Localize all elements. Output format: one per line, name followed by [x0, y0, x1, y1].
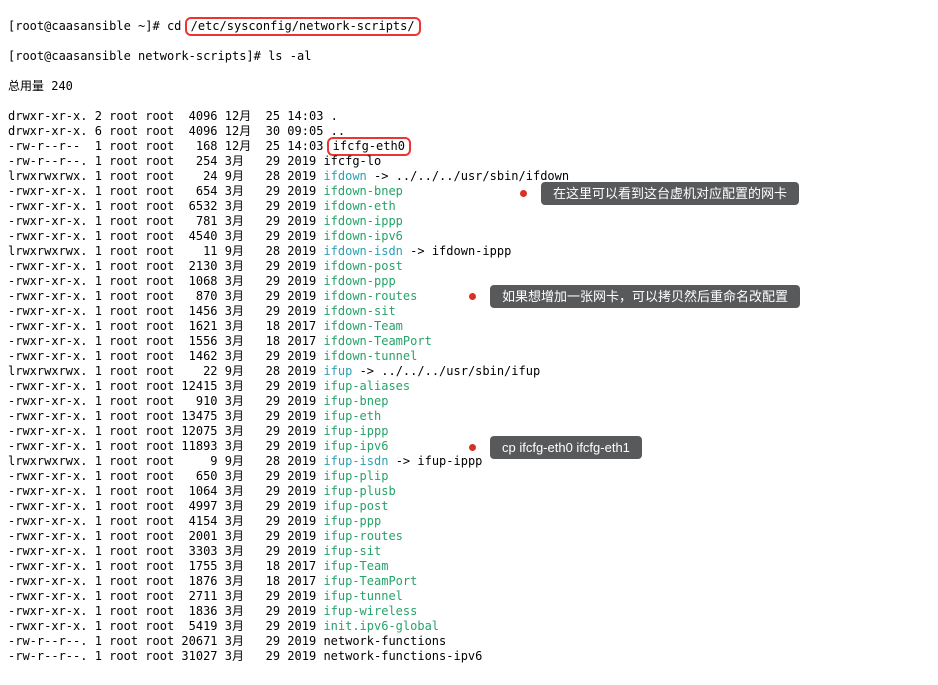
file-name: ifup-post: [323, 499, 388, 513]
dot-icon: [469, 293, 476, 300]
file-name: init.ipv6-global: [323, 619, 439, 633]
file-name: ifdown-ippp: [323, 214, 402, 228]
terminal-output: [root@caasansible ~]# cd /etc/sysconfig/…: [0, 0, 938, 683]
file-name: ifdown-eth: [323, 199, 395, 213]
file-name: ifdown-TeamPort: [323, 334, 431, 348]
list-item: drwxr-xr-x. 2 root root 4096 12月 25 14:0…: [8, 109, 930, 124]
list-item: -rwxr-xr-x. 1 root root 3303 3月 29 2019 …: [8, 544, 930, 559]
annotation-bubble: cp ifcfg-eth0 ifcfg-eth1: [490, 436, 642, 459]
list-item-highlighted: -rw-r--r-- 1 root root 168 12月 25 14:03 …: [8, 139, 930, 154]
file-name: ifcfg-lo: [323, 154, 381, 168]
file-name: ifup-TeamPort: [323, 574, 417, 588]
file-name: ifup-wireless: [323, 604, 417, 618]
file-name: ifup-eth: [323, 409, 381, 423]
file-name: ifup-plip: [323, 469, 388, 483]
list-item: lrwxrwxrwx. 1 root root 11 9月 28 2019 if…: [8, 244, 930, 259]
file-name: ifup-aliases: [323, 379, 410, 393]
annotation-nic-visible: 在这里可以看到这台虚机对应配置的网卡: [520, 182, 799, 205]
list-item: -rw-r--r--. 1 root root 31027 3月 29 2019…: [8, 649, 930, 664]
file-name: ifup-plusb: [323, 484, 395, 498]
file-name: ifdown: [323, 169, 366, 183]
file-name: ifup-bnep: [323, 394, 388, 408]
annotation-bubble: 在这里可以看到这台虚机对应配置的网卡: [541, 182, 799, 205]
file-name: ifdown-ipv6: [323, 229, 402, 243]
annotation-copy-nic: 如果想增加一张网卡，可以拷贝然后重命名改配置: [469, 285, 800, 308]
file-name: ifup-tunnel: [323, 589, 402, 603]
dot-icon: [469, 444, 476, 451]
file-name: ifup: [323, 364, 352, 378]
annotation-bubble: 如果想增加一张网卡，可以拷贝然后重命名改配置: [490, 285, 800, 308]
file-name: ifup-Team: [323, 559, 388, 573]
list-item: lrwxrwxrwx. 1 root root 22 9月 28 2019 if…: [8, 364, 930, 379]
list-item: -rwxr-xr-x. 1 root root 12415 3月 29 2019…: [8, 379, 930, 394]
file-name: ifdown-routes: [323, 289, 417, 303]
list-item: -rwxr-xr-x. 1 root root 1836 3月 29 2019 …: [8, 604, 930, 619]
list-item: -rwxr-xr-x. 1 root root 1556 3月 18 2017 …: [8, 334, 930, 349]
list-item: -rwxr-xr-x. 1 root root 2001 3月 29 2019 …: [8, 529, 930, 544]
list-item: -rwxr-xr-x. 1 root root 4540 3月 29 2019 …: [8, 229, 930, 244]
file-name: ifdown-sit: [323, 304, 395, 318]
file-name: ifup-ipv6: [323, 439, 388, 453]
highlight-path: /etc/sysconfig/network-scripts/: [185, 17, 421, 36]
list-item: drwxr-xr-x. 6 root root 4096 12月 30 09:0…: [8, 124, 930, 139]
prompt-line-ls: [root@caasansible network-scripts]# ls -…: [8, 49, 930, 64]
prompt-line-cd: [root@caasansible ~]# cd /etc/sysconfig/…: [8, 19, 930, 34]
file-name: ifdown-isdn: [323, 244, 402, 258]
list-item: -rwxr-xr-x. 1 root root 1876 3月 18 2017 …: [8, 574, 930, 589]
file-name: ifup-isdn: [323, 454, 388, 468]
file-name: .: [331, 109, 338, 123]
file-name: network-functions: [323, 634, 446, 648]
list-item: -rwxr-xr-x. 1 root root 781 3月 29 2019 i…: [8, 214, 930, 229]
dot-icon: [520, 190, 527, 197]
shell-prompt: [root@caasansible ~]# cd: [8, 19, 189, 33]
file-name: ifdown-post: [323, 259, 402, 273]
file-name: ifdown-bnep: [323, 184, 402, 198]
file-name: ifdown-ppp: [323, 274, 395, 288]
list-item: -rw-r--r--. 1 root root 254 3月 29 2019 i…: [8, 154, 930, 169]
file-name: ifdown-tunnel: [323, 349, 417, 363]
file-name: ifup-ppp: [323, 514, 381, 528]
list-item: -rwxr-xr-x. 1 root root 1064 3月 29 2019 …: [8, 484, 930, 499]
list-item: -rwxr-xr-x. 1 root root 2711 3月 29 2019 …: [8, 589, 930, 604]
file-name: network-functions-ipv6: [323, 649, 482, 663]
file-name: ifup-ippp: [323, 424, 388, 438]
list-item: -rwxr-xr-x. 1 root root 13475 3月 29 2019…: [8, 409, 930, 424]
total-line: 总用量 240: [8, 79, 930, 94]
list-item: -rwxr-xr-x. 1 root root 2130 3月 29 2019 …: [8, 259, 930, 274]
list-item: -rwxr-xr-x. 1 root root 1621 3月 18 2017 …: [8, 319, 930, 334]
list-item: -rwxr-xr-x. 1 root root 5419 3月 29 2019 …: [8, 619, 930, 634]
list-item: -rwxr-xr-x. 1 root root 1462 3月 29 2019 …: [8, 349, 930, 364]
list-item: -rwxr-xr-x. 1 root root 4154 3月 29 2019 …: [8, 514, 930, 529]
file-name: ifup-sit: [323, 544, 381, 558]
list-item: -rwxr-xr-x. 1 root root 650 3月 29 2019 i…: [8, 469, 930, 484]
list-item: -rwxr-xr-x. 1 root root 4997 3月 29 2019 …: [8, 499, 930, 514]
file-name: ifdown-Team: [323, 319, 402, 333]
annotation-cp-command: cp ifcfg-eth0 ifcfg-eth1: [469, 436, 642, 459]
file-name: ifup-routes: [323, 529, 402, 543]
list-item: -rwxr-xr-x. 1 root root 1755 3月 18 2017 …: [8, 559, 930, 574]
list-item: -rwxr-xr-x. 1 root root 910 3月 29 2019 i…: [8, 394, 930, 409]
list-item: -rw-r--r--. 1 root root 20671 3月 29 2019…: [8, 634, 930, 649]
